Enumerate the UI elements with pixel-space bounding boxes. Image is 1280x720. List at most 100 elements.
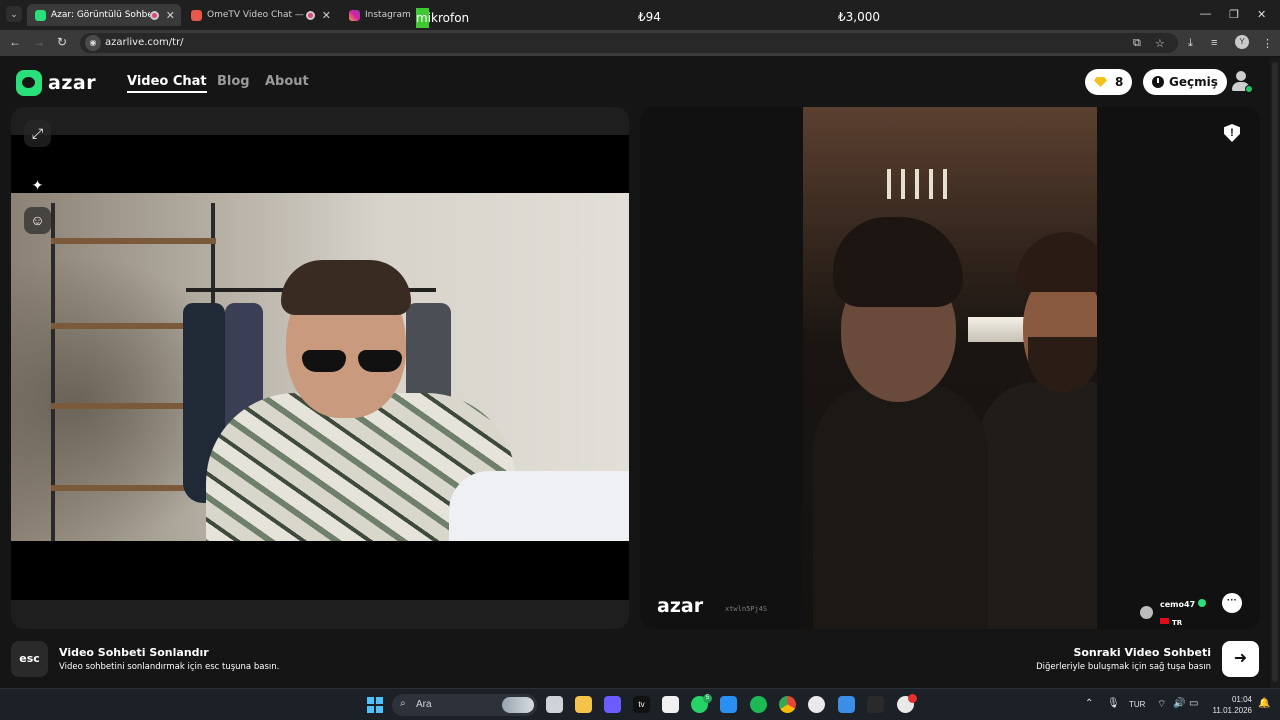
recording-indicator-icon [149,10,159,20]
app-icon[interactable] [867,696,884,713]
apple-tv-icon[interactable]: tv [633,696,650,713]
online-status-dot [1245,85,1253,93]
effects-sparkle-icon[interactable]: ✦ [24,172,51,199]
chat-bubble-icon[interactable]: ··· [1222,593,1242,613]
chrome-icon[interactable] [779,696,796,713]
azar-logo-icon [16,70,42,96]
taskbar-search[interactable]: ⌕ Ara [392,694,537,716]
start-button[interactable] [367,697,383,713]
next-chat-button[interactable]: ➜ [1222,641,1259,677]
peer-avatar [1140,605,1153,619]
reload-icon[interactable]: ↻ [57,35,67,49]
reading-list-icon[interactable]: ≡ [1211,37,1217,49]
volume-icon[interactable]: 🔊 [1173,698,1185,709]
next-chat-subtitle: Diğerleriyle buluşmak için sağ tuşa bası… [1036,662,1211,672]
show-hidden-icons[interactable]: ⌃ [1085,698,1093,709]
gem-count: 8 [1115,75,1124,89]
cast-icon[interactable]: ⧉ [1133,37,1141,50]
face-filter-icon[interactable]: ☺ [24,207,51,234]
bookmark-star-icon[interactable]: ☆ [1155,37,1165,50]
vscode-icon[interactable] [720,696,737,713]
browser-menu-icon[interactable]: ⋮ [1262,37,1273,50]
azar-logo[interactable]: azar [16,70,96,96]
taskbar-clock[interactable]: 01:04 11.01.2026 [1212,694,1252,716]
close-window-icon[interactable]: ✕ [1257,8,1266,21]
clock-date: 11.01.2026 [1212,706,1252,715]
address-bar[interactable]: ◉ azarlive.com/tr/ [80,33,1178,53]
gem-icon [1094,77,1107,87]
minimize-icon[interactable]: — [1200,8,1211,20]
peer2-hair [1016,232,1097,292]
azar-favicon-icon [35,9,46,21]
peer1-body [813,382,988,629]
task-view-icon[interactable] [546,696,563,713]
peer1-hair [833,217,963,307]
back-icon[interactable]: ← [9,35,21,49]
nav-about[interactable]: About [265,74,309,89]
tab-title: Instagram [365,10,411,20]
tab-ometv[interactable]: OmeTV Video Chat — Ome ✕ [183,4,337,26]
peer2-body [978,382,1097,629]
search-placeholder: Ara [416,699,432,710]
end-chat-subtitle: Video sohbetini sonlandırmak için esc tu… [59,662,280,672]
notification-dot [908,694,917,703]
clock-icon [1152,76,1164,88]
notification-bell-icon[interactable]: 🔔 [1258,698,1270,709]
stream-overlay-price-1: ₺94 [638,10,661,24]
recording-indicator-icon [305,10,315,20]
history-button[interactable]: Geçmiş [1143,69,1227,95]
logo-text: azar [48,72,97,94]
verified-badge-icon [1198,598,1207,607]
gems-button[interactable]: 8 [1085,69,1133,95]
site-info-icon[interactable]: ◉ [85,35,101,51]
microphone-icon[interactable]: 🎙 [1107,698,1120,709]
clock-time: 01:04 [1231,695,1252,704]
nav-video-chat[interactable]: Video Chat [127,74,207,93]
user-profile-button[interactable] [1230,70,1253,93]
shelf [51,238,216,244]
tab-azar[interactable]: Azar: Görüntülü Sohbet & Y ✕ [27,4,181,26]
right-arrow-icon: ➜ [1233,650,1248,667]
tab-instagram[interactable]: Instagram [341,4,411,26]
page-scrollbar[interactable] [1270,58,1280,688]
end-chat-button[interactable]: esc [11,641,48,677]
close-tab-icon[interactable]: ✕ [166,9,175,22]
peer-person-1 [813,217,988,629]
scrollbar-thumb[interactable] [1272,62,1278,682]
end-chat-title: Video Sohbeti Sonlandır [59,646,209,659]
self-hair [281,260,411,315]
spotify-icon[interactable] [750,696,767,713]
battery-icon[interactable]: ▭ [1189,698,1198,709]
expand-icon[interactable]: ⤢ [24,120,51,147]
nav-blog[interactable]: Blog [217,74,250,89]
notion-icon[interactable] [662,696,679,713]
mic-label-text: mikrofon [416,11,470,25]
language-indicator[interactable]: TUR [1129,700,1145,709]
download-icon[interactable]: ⤓ [1188,37,1193,50]
app-icon[interactable] [604,696,621,713]
restore-icon[interactable]: ❐ [1229,8,1239,21]
wifi-icon[interactable]: ⌔ [1157,698,1166,711]
browser-tab-bar: ⌄ Azar: Görüntülü Sohbet & Y ✕ OmeTV Vid… [0,0,1280,30]
tab-title: Azar: Görüntülü Sohbet & Y [51,10,150,20]
browser-profile-avatar[interactable]: Y [1235,35,1249,49]
file-explorer-icon[interactable] [575,696,592,713]
forward-icon[interactable]: → [33,35,45,49]
report-shield-icon[interactable]: ! [1224,124,1240,142]
close-tab-icon[interactable]: ✕ [322,9,331,22]
ceiling-light [887,169,953,203]
peer-video-panel: ! azar xtwln5Pj4S cemo47 TR ··· [640,107,1260,629]
peer-username: cemo47 [1160,600,1196,609]
stream-overlay-mic-label: mikrofon [416,8,469,28]
azar-watermark: azar [657,595,704,617]
user-icon [1236,71,1246,81]
tab-search-menu-button[interactable]: ⌄ [6,6,22,22]
whatsapp-badge: 5 [703,694,712,703]
peer-camera-feed [803,107,1097,629]
stream-overlay-price-2: ₺3,000 [838,10,880,24]
turkey-flag-icon [1160,617,1169,624]
todo-icon[interactable] [838,696,855,713]
self-video-panel: ⤢ ✦ ☺ [11,107,629,629]
chatgpt-icon[interactable] [808,696,825,713]
peer-user-info[interactable]: cemo47 TR [1140,594,1207,629]
